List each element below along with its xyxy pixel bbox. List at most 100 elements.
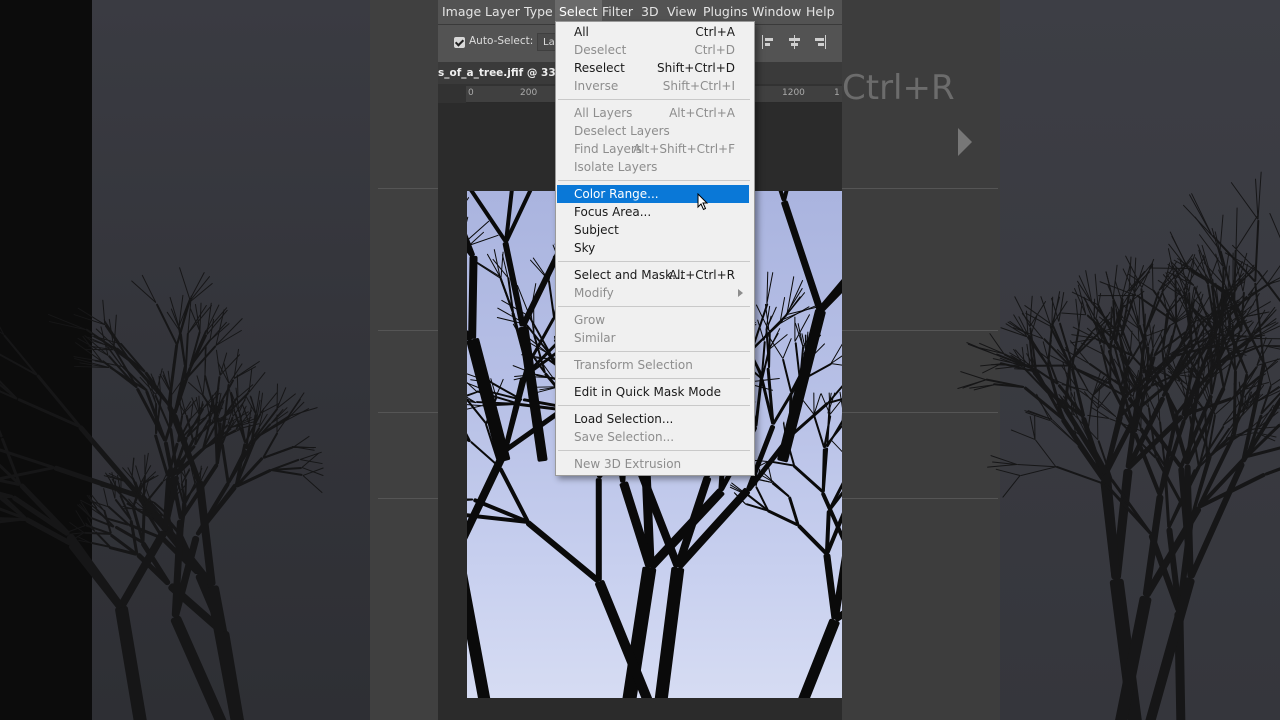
ruler-tick-label: 200 xyxy=(520,88,538,98)
menu-item-isolate-layers[interactable]: Isolate Layers xyxy=(557,158,749,176)
submenu-arrow-icon xyxy=(738,289,743,297)
menu-item-deselect[interactable]: Deselect Ctrl+D xyxy=(557,41,749,59)
menu-item-deselect-layers[interactable]: Deselect Layers xyxy=(557,122,749,140)
menu-item-save-selection[interactable]: Save Selection... xyxy=(557,428,749,446)
tree-branch xyxy=(1268,212,1280,254)
tree-branch xyxy=(114,605,149,720)
menu-item-label: Find Layers xyxy=(574,142,643,156)
blurred-submenu-arrow-icon xyxy=(958,128,972,156)
blurred-separator xyxy=(378,498,438,499)
menu-item-label: Inverse xyxy=(574,79,619,93)
tree-branch xyxy=(1270,373,1280,387)
menu-item-similar[interactable]: Similar xyxy=(557,329,749,347)
tree-branch xyxy=(817,235,842,313)
menu-item-find-layers[interactable]: Find Layers Alt+Shift+Ctrl+F xyxy=(557,140,749,158)
menu-item-all-layers[interactable]: All Layers Alt+Ctrl+A xyxy=(557,104,749,122)
tree-branch xyxy=(1187,460,1246,580)
tree-branch xyxy=(1191,192,1213,236)
tree-branch xyxy=(1061,311,1087,315)
menu-item-color-range[interactable]: Color Range... xyxy=(557,185,749,203)
tree-branch xyxy=(1151,262,1154,291)
menu-item-subject[interactable]: Subject xyxy=(557,221,749,239)
menu-item-transform-selection[interactable]: Transform Selection xyxy=(557,356,749,374)
menu-image[interactable]: Image xyxy=(438,0,485,24)
menu-type[interactable]: Type xyxy=(520,0,557,24)
menu-item-select-and-mask[interactable]: Select and Mask... Alt+Ctrl+R xyxy=(557,266,749,284)
tree-branch xyxy=(1149,267,1189,270)
left-blurred-panel xyxy=(370,0,438,720)
menu-window[interactable]: Window xyxy=(748,0,805,24)
menu-separator xyxy=(558,180,750,181)
tree-branch xyxy=(771,482,790,498)
tree-branch xyxy=(1235,206,1238,250)
menu-item-grow[interactable]: Grow xyxy=(557,311,749,329)
menu-item-modify[interactable]: Modify xyxy=(557,284,749,302)
mouse-pointer-icon xyxy=(697,193,709,211)
blurred-separator xyxy=(842,188,998,189)
tree-branch xyxy=(467,415,471,442)
menu-item-all[interactable]: All Ctrl+A xyxy=(557,23,749,41)
menu-item-label: Load Selection... xyxy=(574,412,674,426)
menu-item-load-selection[interactable]: Load Selection... xyxy=(557,410,749,428)
menu-item-label: Isolate Layers xyxy=(574,160,658,174)
tree-branch xyxy=(215,349,221,376)
blurred-shortcut-text: Ctrl+R xyxy=(842,68,955,108)
tree-branch xyxy=(236,374,239,398)
auto-select-checkbox[interactable] xyxy=(454,37,465,48)
menu-separator xyxy=(558,405,750,406)
menu-item-focus-area[interactable]: Focus Area... xyxy=(557,203,749,221)
menu-separator xyxy=(558,99,750,100)
menu-separator xyxy=(558,351,750,352)
menu-separator xyxy=(558,378,750,379)
menu-item-shortcut: Alt+Ctrl+A xyxy=(669,106,735,120)
tree-branch xyxy=(1257,171,1263,220)
menu-item-inverse[interactable]: Inverse Shift+Ctrl+I xyxy=(557,77,749,95)
tree-branch xyxy=(767,368,775,425)
tree-branch xyxy=(1096,408,1099,440)
menu-item-label: All xyxy=(574,25,589,39)
tree-branch xyxy=(1098,294,1137,296)
menu-item-label: Deselect xyxy=(574,43,627,57)
tree-branch xyxy=(276,414,278,433)
tree-branch xyxy=(830,362,842,368)
menu-item-label: Save Selection... xyxy=(574,430,675,444)
tree-branch xyxy=(1034,414,1036,440)
blurred-separator xyxy=(378,330,438,331)
align-right-icon[interactable] xyxy=(812,35,826,49)
menu-item-label: Select and Mask... xyxy=(574,268,684,282)
tree-branch xyxy=(103,487,109,507)
blurred-separator xyxy=(378,188,438,189)
tree-branch xyxy=(1138,297,1141,325)
tree-branch xyxy=(782,358,793,393)
align-center-icon[interactable] xyxy=(787,35,801,49)
menu-layer[interactable]: Layer xyxy=(481,0,524,24)
menu-item-label: Sky xyxy=(574,241,596,255)
menu-separator xyxy=(558,450,750,451)
tree-branch xyxy=(796,523,829,556)
tree-branch xyxy=(134,464,142,483)
menu-item-reselect[interactable]: Reselect Shift+Ctrl+D xyxy=(557,59,749,77)
menu-separator xyxy=(558,306,750,307)
tree-branch xyxy=(776,308,826,463)
ruler-tick-label: 0 xyxy=(468,88,474,98)
tree-branch xyxy=(468,256,478,340)
align-left-icon[interactable] xyxy=(762,35,776,49)
left-blurred-background xyxy=(0,0,438,720)
tree-branch xyxy=(271,469,303,476)
blurred-separator xyxy=(378,412,438,413)
menu-item-shortcut: Shift+Ctrl+D xyxy=(657,61,735,75)
menu-item-label: Edit in Quick Mask Mode xyxy=(574,385,721,399)
tree-branch xyxy=(525,519,602,584)
menu-help[interactable]: Help xyxy=(802,0,839,24)
menu-item-new-3d-extrusion[interactable]: New 3D Extrusion xyxy=(557,455,749,473)
menu-item-label: New 3D Extrusion xyxy=(574,457,682,471)
menu-item-label: Color Range... xyxy=(574,187,659,201)
ruler-tick-label: 1200 xyxy=(782,88,805,98)
menu-item-sky[interactable]: Sky xyxy=(557,239,749,257)
menu-item-edit-in-quick-mask-mode[interactable]: Edit in Quick Mask Mode xyxy=(557,383,749,401)
tree-branch xyxy=(1002,475,1021,498)
tree-branch xyxy=(179,267,191,300)
menu-item-label: Transform Selection xyxy=(574,358,693,372)
tree-branch xyxy=(141,504,146,543)
menu-item-label: All Layers xyxy=(574,106,633,120)
